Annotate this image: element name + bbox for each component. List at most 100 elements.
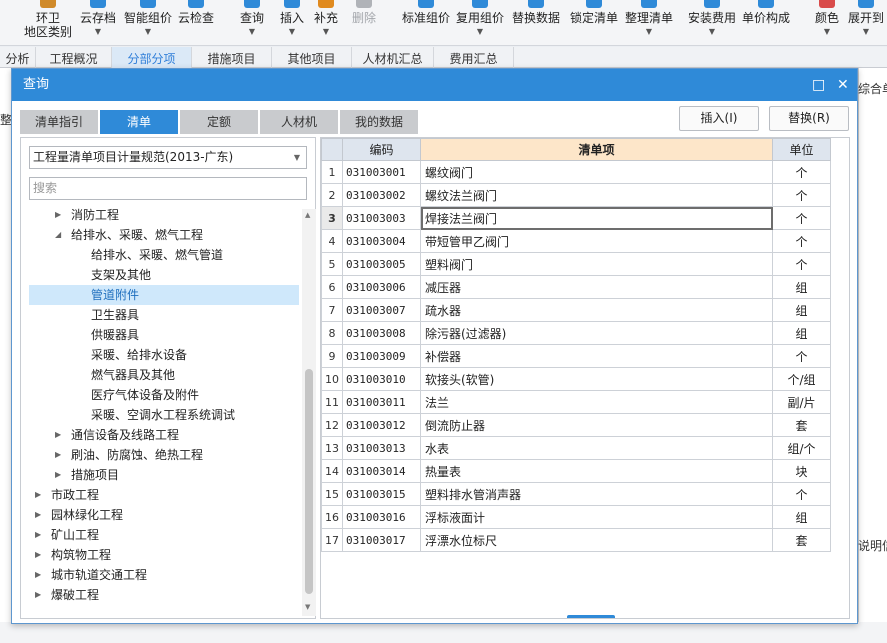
code-cell[interactable]: 031003008 — [342, 321, 421, 345]
code-cell[interactable]: 031003007 — [342, 298, 421, 322]
name-cell[interactable]: 疏水器 — [420, 298, 773, 322]
background-description-tab[interactable]: 说明信息 — [858, 537, 887, 553]
table-row[interactable]: 8 031003008 除污器(过滤器) 组 — [321, 321, 831, 345]
name-cell[interactable]: 法兰 — [420, 390, 773, 414]
toolbar-button-3[interactable]: 云检查 — [178, 0, 214, 46]
tree-node[interactable]: ▶ 园林绿化工程 — [29, 505, 299, 525]
row-number[interactable]: 12 — [321, 413, 343, 437]
expand-icon[interactable]: ▶ — [55, 445, 61, 465]
name-cell[interactable]: 除污器(过滤器) — [420, 321, 773, 345]
row-number[interactable]: 17 — [321, 528, 343, 552]
page-tab-3[interactable]: 措施项目 — [192, 47, 272, 68]
tree-scrollbar[interactable]: ▲ ▼ — [302, 209, 316, 616]
toolbar-button-15[interactable]: 颜色 ▼ — [815, 0, 839, 46]
spec-select[interactable]: 工程量清单项目计量规范(2013-广东) ▼ — [29, 146, 307, 169]
code-cell[interactable]: 031003011 — [342, 390, 421, 414]
table-row[interactable]: 10 031003010 软接头(软管) 个/组 — [321, 367, 831, 391]
toolbar-button-11[interactable]: 锁定清单 — [570, 0, 618, 46]
unit-cell[interactable]: 组 — [772, 505, 831, 529]
expand-icon[interactable]: ▶ — [55, 205, 61, 225]
name-cell[interactable]: 补偿器 — [420, 344, 773, 368]
code-cell[interactable]: 031003014 — [342, 459, 421, 483]
unit-cell[interactable]: 个 — [772, 229, 831, 253]
unit-cell[interactable]: 个 — [772, 482, 831, 506]
unit-cell[interactable]: 套 — [772, 528, 831, 552]
name-cell[interactable]: 倒流防止器 — [420, 413, 773, 437]
table-row[interactable]: 2 031003002 螺纹法兰阀门个 — [321, 183, 831, 207]
column-header[interactable] — [321, 138, 343, 161]
row-number[interactable]: 1 — [321, 160, 343, 184]
name-cell[interactable]: 焊接法兰阀门 — [420, 206, 773, 230]
toolbar-button-13[interactable]: 安装费用 ▼ — [688, 0, 736, 46]
name-cell[interactable]: 塑料阀门 — [420, 252, 773, 276]
code-cell[interactable]: 031003006 — [342, 275, 421, 299]
expand-icon[interactable]: ▶ — [35, 585, 41, 605]
name-cell[interactable]: 浮漂水位标尺 — [420, 528, 773, 552]
row-number[interactable]: 10 — [321, 367, 343, 391]
unit-cell[interactable]: 套 — [772, 413, 831, 437]
unit-cell[interactable]: 个 — [772, 252, 831, 276]
toolbar-button-10[interactable]: 替换数据 — [512, 0, 560, 46]
table-row[interactable]: 3 031003003 焊接法兰阀门个 — [321, 206, 831, 230]
toolbar-button-12[interactable]: 整理清单 ▼ — [625, 0, 673, 46]
row-number[interactable]: 11 — [321, 390, 343, 414]
toolbar-button-5[interactable]: 插入 ▼ — [280, 0, 304, 46]
tree-node[interactable]: 管道附件 — [29, 285, 299, 305]
search-input[interactable]: 搜索 — [29, 177, 307, 200]
toolbar-button-2[interactable]: 智能组价 ▼ — [124, 0, 172, 46]
unit-cell[interactable]: 个 — [772, 160, 831, 184]
table-row[interactable]: 17 031003017 浮漂水位标尺套 — [321, 528, 831, 552]
row-number[interactable]: 8 — [321, 321, 343, 345]
code-cell[interactable]: 031003002 — [342, 183, 421, 207]
page-tab-0[interactable]: 分析 — [0, 47, 36, 68]
tree-node[interactable]: ▶ 通信设备及线路工程 — [29, 425, 299, 445]
name-cell[interactable]: 减压器 — [420, 275, 773, 299]
unit-cell[interactable]: 个 — [772, 344, 831, 368]
row-number[interactable]: 16 — [321, 505, 343, 529]
table-row[interactable]: 11 031003011 法兰 副/片 — [321, 390, 831, 414]
tree-node[interactable]: ▶ 构筑物工程 — [29, 545, 299, 565]
code-cell[interactable]: 031003016 — [342, 505, 421, 529]
dialog-titlebar[interactable]: 查询 □ ✕ — [12, 69, 857, 101]
expand-icon[interactable]: ▶ — [35, 545, 41, 565]
row-number[interactable]: 7 — [321, 298, 343, 322]
tree-node[interactable]: ▶ 城市轨道交通工程 — [29, 565, 299, 585]
unit-cell[interactable]: 个/组 — [772, 367, 831, 391]
code-cell[interactable]: 031003012 — [342, 413, 421, 437]
tree-node[interactable]: ▶ 爆破工程 — [29, 585, 299, 605]
page-tab-1[interactable]: 工程概况 — [36, 47, 112, 68]
column-header[interactable]: 单位 — [772, 138, 831, 161]
name-cell[interactable]: 浮标液面计 — [420, 505, 773, 529]
tree-node[interactable]: ▶ 措施项目 — [29, 465, 299, 485]
tree-node[interactable]: 供暖器具 — [29, 325, 299, 345]
toolbar-button-16[interactable]: 展开到 ▼ — [848, 0, 884, 46]
code-cell[interactable]: 031003005 — [342, 252, 421, 276]
collapse-icon[interactable]: ◢ — [55, 225, 61, 245]
code-cell[interactable]: 031003015 — [342, 482, 421, 506]
toolbar-button-9[interactable]: 复用组价 ▼ — [456, 0, 504, 46]
scrollbar-thumb[interactable] — [305, 369, 313, 594]
code-cell[interactable]: 031003009 — [342, 344, 421, 368]
toolbar-button-7[interactable]: 删除 — [352, 0, 376, 46]
column-header[interactable]: 编码 — [342, 138, 421, 161]
expand-icon[interactable]: ▶ — [55, 425, 61, 445]
name-cell[interactable]: 螺纹法兰阀门 — [420, 183, 773, 207]
panel-collapse-handle[interactable] — [567, 615, 615, 618]
dialog-tab-3[interactable]: 人材机 — [260, 110, 338, 134]
page-tab-6[interactable]: 费用汇总 — [434, 47, 514, 68]
unit-cell[interactable]: 组 — [772, 298, 831, 322]
name-cell[interactable]: 带短管甲乙阀门 — [420, 229, 773, 253]
row-number[interactable]: 4 — [321, 229, 343, 253]
table-row[interactable]: 9 031003009 补偿器个 — [321, 344, 831, 368]
table-row[interactable]: 1 031003001 螺纹阀门个 — [321, 160, 831, 184]
unit-cell[interactable]: 个 — [772, 183, 831, 207]
tree-node[interactable]: 支架及其他 — [29, 265, 299, 285]
dialog-tab-2[interactable]: 定额 — [180, 110, 258, 134]
row-number[interactable]: 14 — [321, 459, 343, 483]
name-cell[interactable]: 水表 — [420, 436, 773, 460]
toolbar-button-4[interactable]: 查询 ▼ — [240, 0, 264, 46]
expand-icon[interactable]: ▶ — [55, 465, 61, 485]
row-number[interactable]: 13 — [321, 436, 343, 460]
toolbar-button-6[interactable]: 补充 ▼ — [314, 0, 338, 46]
tree-node[interactable]: 采暖、给排水设备 — [29, 345, 299, 365]
